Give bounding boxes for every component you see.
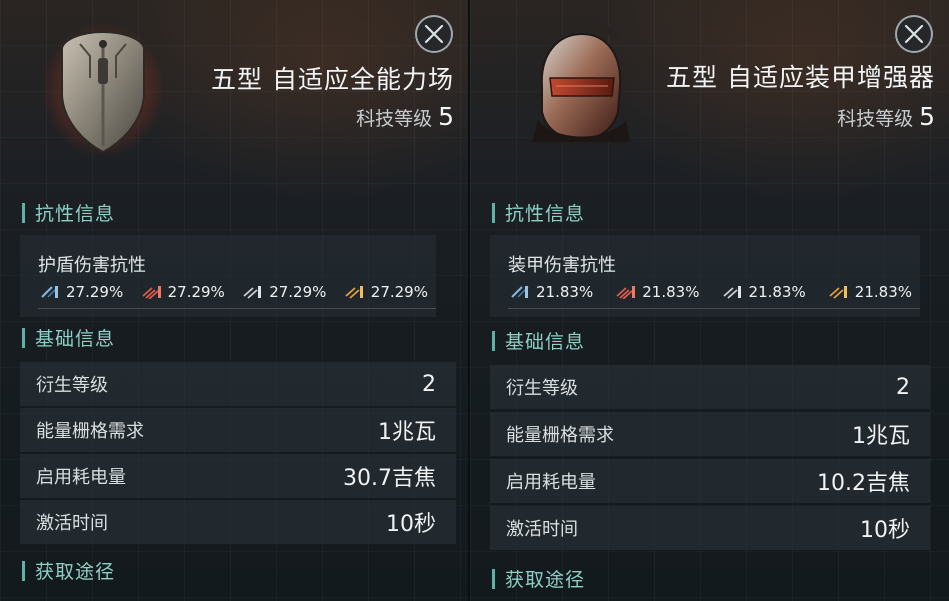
resistance-value: 21.83% [642, 283, 700, 301]
section-basic: 基础信息 [22, 324, 115, 351]
info-value: 30.7吉焦 [343, 466, 436, 491]
resistance-value: 21.83% [854, 283, 912, 301]
resistance-thermal: 27.29% [141, 283, 225, 301]
close-icon [424, 24, 444, 44]
shield-module-icon [40, 18, 166, 158]
explosive-icon [829, 286, 847, 299]
section-title: 基础信息 [505, 331, 586, 353]
resistance-em: 27.29% [40, 283, 123, 301]
resistance-value: 27.29% [370, 283, 428, 301]
section-title: 获取途径 [505, 569, 586, 591]
resistance-explosive: 27.29% [345, 283, 428, 301]
em-icon [511, 286, 529, 298]
resistance-kinetic: 27.29% [243, 283, 326, 301]
section-title: 获取途径 [35, 561, 116, 583]
section-resistance: 抗性信息 [22, 199, 115, 226]
kinetic-icon [722, 286, 741, 299]
info-value: 10秒 [860, 518, 910, 543]
resistance-explosive: 21.83% [829, 283, 912, 301]
thermal-icon [616, 286, 636, 299]
info-label: 衍生等级 [506, 378, 578, 399]
thermal-icon [141, 286, 161, 299]
info-label: 启用耗电量 [506, 472, 596, 493]
armor-helmet-icon [522, 16, 634, 146]
info-value: 10.2吉焦 [817, 471, 910, 496]
info-value: 1兆瓦 [378, 420, 436, 445]
section-source: 获取途径 [22, 557, 115, 584]
section-basic: 基础信息 [492, 327, 585, 354]
section-marker [22, 202, 25, 223]
info-row-activation-cost: 启用耗电量 30.7吉焦 [20, 454, 456, 498]
item-panel-shield: 五型 自适应全能力场 科技等级 5 抗性信息 护盾伤害抗性 27.29% 27.… [0, 0, 468, 601]
info-value: 2 [422, 371, 436, 397]
resistance-value: 27.29% [269, 283, 327, 301]
resistance-block: 装甲伤害抗性 21.83% 21.83% 21.83% 21.83% [490, 235, 920, 317]
section-marker [492, 202, 495, 223]
tech-level-value: 5 [919, 102, 935, 131]
resistance-value: 21.83% [748, 283, 806, 301]
item-panel-armor: 五型 自适应装甲增强器 科技等级 5 抗性信息 装甲伤害抗性 21.83% 21… [470, 0, 949, 601]
section-marker [22, 327, 25, 348]
explosive-icon [345, 286, 363, 299]
section-title: 抗性信息 [35, 203, 116, 225]
info-label: 能量栅格需求 [506, 425, 614, 446]
divider [38, 308, 436, 309]
close-button[interactable] [415, 15, 453, 53]
info-value: 2 [896, 374, 910, 400]
tech-level-row: 科技等级 5 [837, 102, 935, 131]
info-label: 衍生等级 [36, 375, 108, 396]
resistance-block: 护盾伤害抗性 27.29% 27.29% 27.29% 27.29% [20, 235, 436, 317]
info-row-power-grid: 能量栅格需求 1兆瓦 [20, 408, 456, 452]
kinetic-icon [243, 286, 262, 299]
section-marker [492, 330, 495, 351]
resistance-label: 装甲伤害抗性 [508, 255, 616, 276]
info-label: 启用耗电量 [36, 467, 126, 488]
section-title: 基础信息 [35, 328, 116, 350]
close-button[interactable] [895, 15, 933, 53]
section-resistance: 抗性信息 [492, 199, 585, 226]
info-label: 激活时间 [506, 519, 578, 540]
em-icon [41, 286, 59, 298]
item-title: 五型 自适应全能力场 [211, 65, 454, 94]
section-marker [22, 560, 25, 581]
info-row-activation-cost: 启用耗电量 10.2吉焦 [490, 459, 930, 503]
section-source: 获取途径 [492, 565, 585, 592]
close-icon [904, 24, 924, 44]
tech-level-label: 科技等级 [356, 108, 433, 130]
item-title: 五型 自适应装甲增强器 [666, 63, 935, 92]
info-value: 1兆瓦 [852, 424, 910, 449]
tech-level-row: 科技等级 5 [356, 102, 454, 131]
info-row-activation-time: 激活时间 10秒 [490, 506, 930, 550]
resistance-value: 27.29% [66, 283, 124, 301]
resistance-label: 护盾伤害抗性 [38, 255, 146, 276]
tech-level-label: 科技等级 [837, 108, 914, 130]
resistance-kinetic: 21.83% [722, 283, 806, 301]
resistance-value: 21.83% [536, 283, 594, 301]
divider [508, 308, 920, 309]
resistance-em: 21.83% [510, 283, 593, 301]
info-row-derivation-level: 衍生等级 2 [490, 365, 930, 409]
section-marker [492, 568, 495, 589]
info-label: 激活时间 [36, 513, 108, 534]
section-title: 抗性信息 [505, 203, 586, 225]
info-label: 能量栅格需求 [36, 421, 144, 442]
info-row-activation-time: 激活时间 10秒 [20, 500, 456, 544]
resistance-thermal: 21.83% [616, 283, 699, 301]
resistance-value: 27.29% [167, 283, 225, 301]
info-row-power-grid: 能量栅格需求 1兆瓦 [490, 412, 930, 456]
tech-level-value: 5 [438, 102, 454, 131]
info-row-derivation-level: 衍生等级 2 [20, 362, 456, 406]
resistance-values: 27.29% 27.29% 27.29% 27.29% [40, 283, 428, 301]
resistance-values: 21.83% 21.83% 21.83% 21.83% [510, 283, 912, 301]
info-value: 10秒 [386, 512, 436, 537]
